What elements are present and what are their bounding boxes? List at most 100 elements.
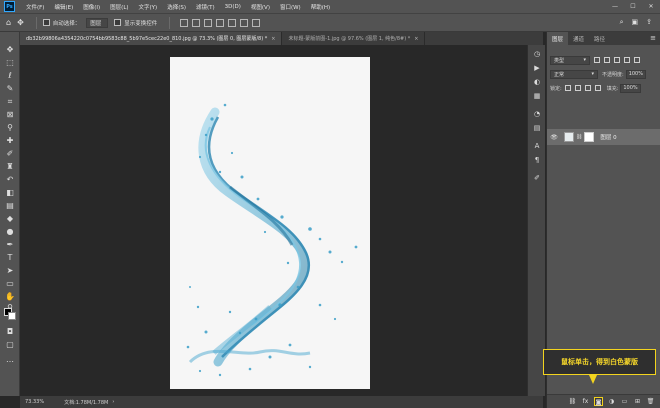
zoom-level[interactable]: 73.33% [25, 399, 44, 405]
maximize-button[interactable]: ☐ [624, 0, 642, 13]
swatches-icon[interactable]: ▦ [531, 91, 543, 102]
marquee-tool-icon[interactable]: ⬚ [4, 57, 16, 68]
align-center-icon[interactable] [192, 18, 201, 27]
type-filter-icon[interactable] [614, 57, 620, 63]
group-icon[interactable]: ▭ [620, 397, 629, 406]
gradient-tool-icon[interactable]: ▤ [4, 200, 16, 211]
tab-paths[interactable]: 路径 [589, 32, 610, 45]
menu-help[interactable]: 帮助(H) [306, 3, 335, 11]
new-layer-icon[interactable]: ⊞ [633, 397, 642, 406]
add-mask-icon[interactable]: ◙ [594, 397, 603, 406]
crop-tool-icon[interactable]: ⌗ [4, 96, 16, 107]
libraries-icon[interactable]: ▤ [531, 123, 543, 134]
pixel-filter-icon[interactable] [594, 57, 600, 63]
smart-filter-icon[interactable] [634, 57, 640, 63]
paragraph-icon[interactable]: ¶ [531, 155, 543, 166]
adjustments-icon[interactable]: ◔ [531, 109, 543, 120]
screen-mode-icon[interactable]: ▢ [4, 339, 16, 350]
menu-select[interactable]: 选择(S) [162, 3, 191, 11]
chevron-right-icon[interactable]: › [112, 399, 114, 405]
menu-layer[interactable]: 图层(L) [105, 3, 133, 11]
menu-image[interactable]: 图像(I) [78, 3, 105, 11]
close-icon[interactable]: × [271, 36, 275, 42]
lock-position-icon[interactable] [574, 85, 581, 91]
history-icon[interactable]: ◷ [531, 49, 543, 60]
filter-kind-dropdown[interactable]: 类型 ▾ [550, 55, 590, 65]
menu-type[interactable]: 文字(Y) [134, 3, 163, 11]
frame-tool-icon[interactable]: ⊠ [4, 109, 16, 120]
move-tool-icon[interactable]: ✥ [17, 18, 24, 27]
opacity-input[interactable]: 100% [625, 69, 646, 79]
menu-window[interactable]: 窗口(W) [275, 3, 306, 11]
actions-icon[interactable]: ▶ [531, 63, 543, 74]
eye-icon[interactable]: 👁 [549, 134, 559, 141]
shape-tool-icon[interactable]: ▭ [4, 278, 16, 289]
color-icon[interactable]: ◐ [531, 77, 543, 88]
blend-mode-dropdown[interactable]: 正常 ▾ [550, 69, 598, 79]
path-select-icon[interactable]: ➤ [4, 265, 16, 276]
align-right-icon[interactable] [204, 18, 213, 27]
adjustment-layer-icon[interactable]: ◑ [607, 397, 616, 406]
layer-row[interactable]: 👁 ⛓ 图层 0 [547, 129, 660, 145]
link-icon[interactable]: ⛓ [576, 134, 582, 140]
brush-tool-icon[interactable]: ✐ [4, 148, 16, 159]
fx-icon[interactable]: fx [581, 397, 590, 406]
align-middle-icon[interactable] [228, 18, 237, 27]
align-bottom-icon[interactable] [240, 18, 249, 27]
shape-filter-icon[interactable] [624, 57, 630, 63]
menu-edit[interactable]: 编辑(E) [49, 3, 78, 11]
lock-all-icon[interactable] [594, 85, 601, 91]
home-icon[interactable]: ⌂ [6, 18, 11, 27]
show-transform-checkbox[interactable] [114, 19, 122, 26]
document-canvas[interactable] [170, 57, 370, 389]
hand-tool-icon[interactable]: ✋ [4, 291, 16, 302]
move-tool-icon[interactable]: ✥ [4, 44, 16, 55]
quick-mask-icon[interactable]: ◘ [4, 326, 16, 337]
layer-thumbnail[interactable] [564, 132, 574, 142]
share-icon[interactable]: ⇪ [646, 18, 652, 27]
eyedropper-tool-icon[interactable]: ⚲ [4, 122, 16, 133]
history-brush-icon[interactable]: ↶ [4, 174, 16, 185]
background-color-swatch[interactable] [8, 312, 16, 320]
layer-name[interactable]: 图层 0 [600, 133, 616, 141]
panel-menu-icon[interactable]: ≡ [650, 34, 656, 42]
menu-3d[interactable]: 3D(D) [220, 4, 246, 10]
tab-layers[interactable]: 图层 [547, 32, 569, 45]
canvas-area[interactable] [20, 45, 543, 396]
auto-select-checkbox[interactable] [42, 19, 50, 26]
tab-document-1[interactable]: db32b99806a4354220c0754bb9583c88_5b97e5c… [20, 32, 283, 45]
mask-thumbnail[interactable] [584, 132, 595, 142]
close-window-button[interactable]: ✕ [642, 0, 660, 13]
fill-input[interactable]: 100% [620, 83, 641, 93]
minimize-button[interactable]: — [606, 0, 624, 13]
healing-brush-icon[interactable]: ✚ [4, 135, 16, 146]
search-icon[interactable]: ⌕ [620, 18, 624, 27]
quick-select-tool-icon[interactable]: ✎ [4, 83, 16, 94]
menu-filter[interactable]: 滤镜(T) [191, 3, 220, 11]
auto-select-dropdown[interactable]: 图层 [86, 17, 109, 28]
brush-settings-icon[interactable]: ✐ [531, 173, 543, 184]
lock-pixels-icon[interactable] [564, 85, 571, 91]
menu-file[interactable]: 文件(F) [21, 3, 49, 11]
dodge-tool-icon[interactable]: ● [4, 226, 16, 237]
distribute-icon[interactable] [252, 18, 261, 27]
character-icon[interactable]: A [531, 141, 543, 152]
tab-document-2[interactable]: 未标题-蒙版前图-1.jpg @ 97.6% (图层 1, 纯色/8#) * × [282, 32, 426, 45]
workspace-icon[interactable]: ▣ [632, 18, 639, 27]
align-top-icon[interactable] [216, 18, 225, 27]
lock-artboard-icon[interactable] [584, 85, 591, 91]
tab-channels[interactable]: 通道 [568, 32, 589, 45]
lasso-tool-icon[interactable]: ℓ [4, 70, 16, 81]
stamp-tool-icon[interactable]: ♜ [4, 161, 16, 172]
menu-view[interactable]: 视图(V) [246, 3, 275, 11]
trash-icon[interactable]: 🗑 [646, 397, 655, 406]
align-left-icon[interactable] [180, 18, 189, 27]
blur-tool-icon[interactable]: ◆ [4, 213, 16, 224]
eraser-tool-icon[interactable]: ◧ [4, 187, 16, 198]
adjustment-filter-icon[interactable] [604, 57, 610, 63]
link-layers-icon[interactable]: ⛓ [568, 397, 577, 406]
more-tools-icon[interactable]: … [4, 354, 16, 365]
type-tool-icon[interactable]: T [4, 252, 16, 263]
pen-tool-icon[interactable]: ✒ [4, 239, 16, 250]
close-icon[interactable]: × [414, 36, 418, 42]
